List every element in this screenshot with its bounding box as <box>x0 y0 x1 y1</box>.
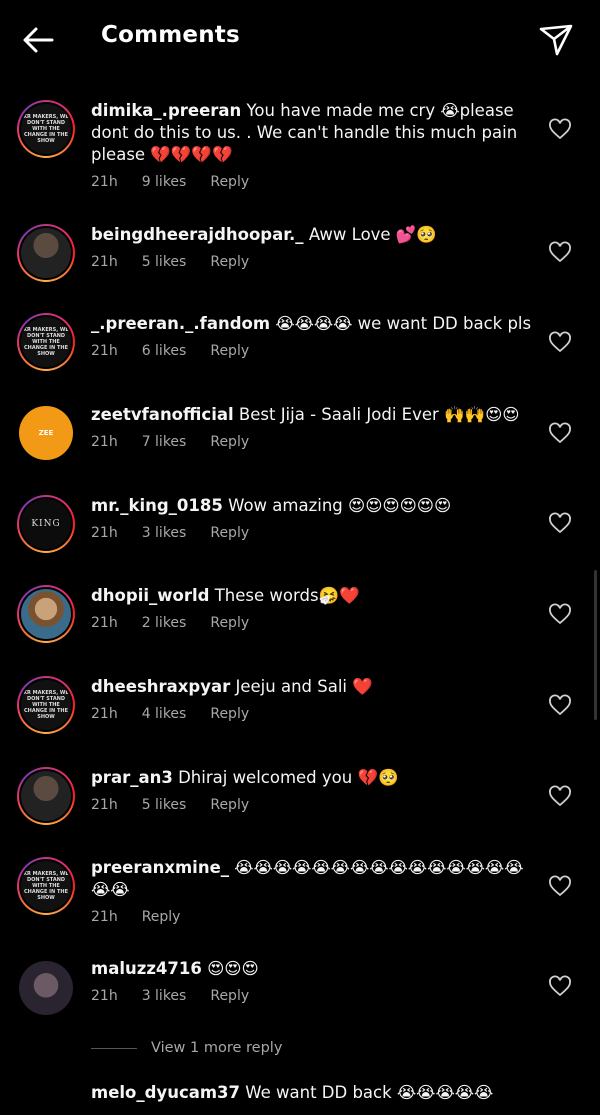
comment-username[interactable]: preeranxmine_ <box>91 858 229 877</box>
comment-text: beingdheerajdhoopar._ Aww Love 💕🥺 <box>91 224 541 246</box>
comment-likes[interactable]: 2 likes <box>142 615 187 631</box>
avatar[interactable]: KR MAKERS, WE DON'T STAND WITH THE CHANG… <box>17 313 75 371</box>
reply-button[interactable]: Reply <box>210 525 249 541</box>
avatar[interactable]: KR MAKERS, WE DON'T STAND WITH THE CHANG… <box>17 100 75 158</box>
comment-username[interactable]: mr._king_0185 <box>91 496 223 515</box>
comment-body: Best Jija - Saali Jodi Ever 🙌🙌😍😍 <box>238 405 520 424</box>
comment-body: Aww Love 💕🥺 <box>308 225 437 244</box>
comment-time: 21h <box>91 525 118 541</box>
comment-time: 21h <box>91 909 118 925</box>
comment-text: prar_an3 Dhiraj welcomed you 💔🥺 <box>91 767 541 789</box>
comment-likes[interactable]: 6 likes <box>142 343 187 359</box>
avatar[interactable]: ZEE <box>17 404 75 462</box>
comment-text: maluzz4716 😍😍😍 <box>91 958 541 980</box>
comment-time: 21h <box>91 343 118 359</box>
reply-button[interactable]: Reply <box>210 988 249 1004</box>
heart-icon[interactable] <box>548 512 572 536</box>
comment-body: Wow amazing 😍😍😍😍😍😍 <box>228 496 452 515</box>
send-icon[interactable] <box>536 20 576 60</box>
reply-button[interactable]: Reply <box>210 615 249 631</box>
view-more-label: View 1 more reply <box>151 1040 283 1056</box>
divider <box>91 1047 137 1049</box>
comment-text: dheeshraxpyar Jeeju and Sali ❤️ <box>91 676 541 698</box>
avatar[interactable] <box>17 767 75 825</box>
comment-likes[interactable]: 3 likes <box>142 525 187 541</box>
comment-username[interactable]: dhopii_world <box>91 586 209 605</box>
comment-likes[interactable]: 9 likes <box>142 174 187 190</box>
comment-username[interactable]: _.preeran._.fandom <box>91 314 270 333</box>
comment-time: 21h <box>91 434 118 450</box>
comment-time: 21h <box>91 797 118 813</box>
avatar-image: KR MAKERS, WE DON'T STAND WITH THE CHANG… <box>21 680 71 730</box>
comment-likes[interactable]: 5 likes <box>142 254 187 270</box>
reply-button[interactable]: Reply <box>210 797 249 813</box>
comment-likes[interactable]: 7 likes <box>142 434 187 450</box>
comment-body: Jeeju and Sali ❤️ <box>235 677 373 696</box>
comment-username[interactable]: melo_dyucam37 <box>91 1083 240 1102</box>
comment-time: 21h <box>91 254 118 270</box>
avatar-image: KING <box>21 499 71 549</box>
comment-username[interactable]: zeetvfanofficial <box>91 405 234 424</box>
comment-body: Dhiraj welcomed you 💔🥺 <box>178 768 399 787</box>
heart-icon[interactable] <box>548 118 572 142</box>
avatar-image: KR MAKERS, WE DON'T STAND WITH THE CHANG… <box>21 861 71 911</box>
heart-icon[interactable] <box>548 785 572 809</box>
heart-icon[interactable] <box>548 331 572 355</box>
comment-body: These words🤧❤️ <box>214 586 360 605</box>
avatar-image: KR MAKERS, WE DON'T STAND WITH THE CHANG… <box>21 104 71 154</box>
comment-username[interactable]: dimika_.preeran <box>91 101 241 120</box>
reply-button[interactable]: Reply <box>210 706 249 722</box>
avatar-image <box>21 589 71 639</box>
comment-username[interactable]: dheeshraxpyar <box>91 677 230 696</box>
comment-username[interactable]: beingdheerajdhoopar._ <box>91 225 304 244</box>
comment-time: 21h <box>91 706 118 722</box>
reply-button[interactable]: Reply <box>210 434 249 450</box>
heart-icon[interactable] <box>548 975 572 999</box>
comment-text: dimika_.preeran You have made me cry 😭pl… <box>91 100 541 166</box>
avatar[interactable] <box>17 585 75 643</box>
page-title: Comments <box>101 22 240 48</box>
scrollbar[interactable] <box>594 570 597 720</box>
heart-icon[interactable] <box>548 875 572 899</box>
comment-text: dhopii_world These words🤧❤️ <box>91 585 541 607</box>
avatar-image <box>21 228 71 278</box>
comment-likes[interactable]: 3 likes <box>142 988 187 1004</box>
reply-button[interactable]: Reply <box>210 343 249 359</box>
comment-text: preeranxmine_ 😭😭😭😭😭😭😭😭😭😭😭😭😭😭😭😭😭 <box>91 857 541 901</box>
avatar-image: ZEE <box>19 406 73 460</box>
avatar[interactable]: KING <box>17 495 75 553</box>
comment-text: melo_dyucam37 We want DD back 😭😭😭😭😭 <box>91 1082 541 1104</box>
back-arrow-icon[interactable] <box>20 22 56 58</box>
reply-button[interactable]: Reply <box>142 909 181 925</box>
comment-username[interactable]: maluzz4716 <box>91 959 202 978</box>
avatar-image <box>19 961 73 1015</box>
reply-button[interactable]: Reply <box>210 254 249 270</box>
avatar[interactable]: KR MAKERS, WE DON'T STAND WITH THE CHANG… <box>17 857 75 915</box>
comment-body: We want DD back 😭😭😭😭😭 <box>245 1083 494 1102</box>
heart-icon[interactable] <box>548 603 572 627</box>
avatar[interactable]: KR MAKERS, WE DON'T STAND WITH THE CHANG… <box>17 676 75 734</box>
heart-icon[interactable] <box>548 241 572 265</box>
avatar-image: KR MAKERS, WE DON'T STAND WITH THE CHANG… <box>21 317 71 367</box>
view-more-replies-button[interactable]: View 1 more reply <box>91 1040 282 1056</box>
top-bar: Comments <box>0 0 600 78</box>
comment-text: zeetvfanofficial Best Jija - Saali Jodi … <box>91 404 541 426</box>
avatar[interactable] <box>17 224 75 282</box>
comment-time: 21h <box>91 615 118 631</box>
avatar-image <box>21 771 71 821</box>
comment-body: 😭😭😭😭 we want DD back pls <box>275 314 532 333</box>
heart-icon[interactable] <box>548 694 572 718</box>
reply-button[interactable]: Reply <box>210 174 249 190</box>
comment-text: _.preeran._.fandom 😭😭😭😭 we want DD back … <box>91 313 541 335</box>
comment-time: 21h <box>91 988 118 1004</box>
comment-body: 😍😍😍 <box>207 959 259 978</box>
heart-icon[interactable] <box>548 422 572 446</box>
comment-likes[interactable]: 5 likes <box>142 797 187 813</box>
avatar[interactable] <box>17 959 75 1017</box>
comment-text: mr._king_0185 Wow amazing 😍😍😍😍😍😍 <box>91 495 541 517</box>
comment-likes[interactable]: 4 likes <box>142 706 187 722</box>
comment-time: 21h <box>91 174 118 190</box>
comment-username[interactable]: prar_an3 <box>91 768 173 787</box>
